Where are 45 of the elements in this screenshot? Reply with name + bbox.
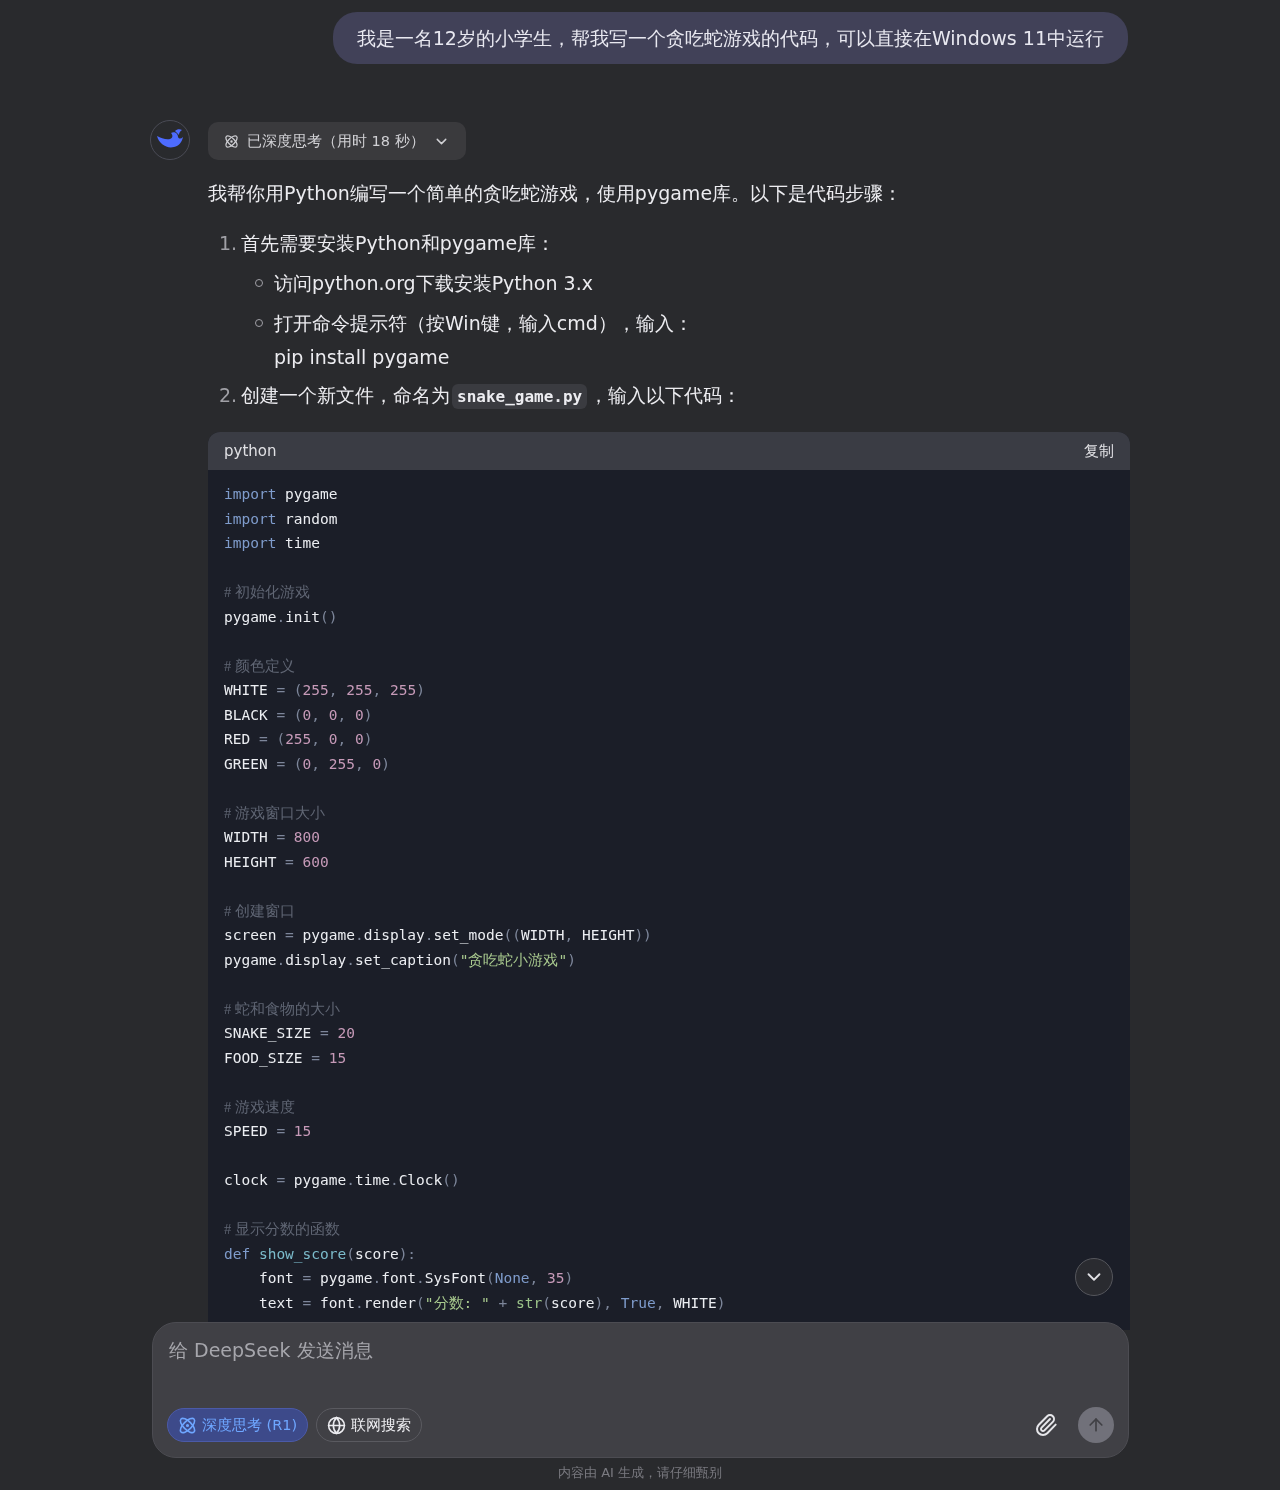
thinking-toggle[interactable]: 已深度思考（用时 18 秒）	[208, 122, 466, 160]
bullet-text: 访问python.org下载安装Python 3.x	[274, 271, 593, 296]
code-line: WHITE = (255, 255, 255)	[224, 681, 425, 700]
code-language: python	[224, 442, 277, 460]
list-number: 2.	[219, 384, 239, 406]
code-line: pygame.init()	[224, 607, 338, 627]
code-line: # 初始化游戏	[224, 583, 310, 602]
atom-icon	[178, 1415, 197, 1435]
code-line: GREEN = (0, 255, 0)	[224, 754, 390, 774]
answer-text: 我帮你用Python编写一个简单的贪吃蛇游戏，使用pygame库。以下是代码步骤：	[208, 181, 904, 206]
code-line: WIDTH = 800	[224, 828, 321, 847]
code-line: # 创建窗口	[224, 901, 295, 921]
code-line: HEIGHT = 600	[224, 852, 329, 872]
atom-icon	[224, 133, 239, 149]
attach-button[interactable]	[1034, 1413, 1058, 1437]
disclaimer-text: 内容由 AI 生成，请仔细甄别	[557, 1464, 723, 1482]
code-line: # 游戏窗口大小	[224, 803, 325, 823]
message-input[interactable]: 给 DeepSeek 发送消息	[167, 1337, 771, 1363]
code-line: pygame.display.set_caption("贪吃蛇小游戏")	[224, 950, 576, 971]
code-line: SNAKE_SIZE = 20	[224, 1024, 355, 1044]
code-line: import time	[224, 534, 321, 553]
step-text: 首先需要安装Python和pygame库：	[241, 231, 556, 256]
code-line: BLACK = (0, 0, 0)	[224, 705, 373, 725]
code-line: screen = pygame.display.set_mode((WIDTH, HEIGHT))	[224, 926, 652, 946]
code-line: # 游戏速度	[224, 1097, 295, 1117]
code-line: FOOD_SIZE = 15	[224, 1048, 347, 1069]
globe-icon	[327, 1415, 347, 1435]
bullet-text: 打开命令提示符（按Win键，输入cmd），输入：	[274, 311, 693, 336]
copy-button[interactable]: 复制	[1084, 441, 1114, 461]
code-line: # 颜色定义	[224, 656, 295, 676]
code-line: RED = (255, 0, 0)	[224, 730, 373, 749]
code-line: # 显示分数的函数	[224, 1220, 340, 1239]
list-number: 1.	[219, 232, 239, 254]
code-line: # 蛇和食物的大小	[224, 999, 340, 1019]
paperclip-icon	[1034, 1413, 1058, 1437]
code-line: import pygame	[224, 485, 338, 504]
code-line: font = pygame.font.SysFont(None, 35)	[257, 1269, 574, 1288]
code-line: def show_score(score):	[224, 1244, 417, 1265]
user-message: 我是一名12岁的小学生，帮我写一个贪吃蛇游戏的代码，可以直接在Windows 11中运行	[332, 12, 1128, 64]
code-line: import random	[224, 509, 338, 529]
code-line: text = font.render("分数: " + str(score), True, WHITE)	[257, 1293, 726, 1313]
code-line: SPEED = 15	[224, 1122, 312, 1141]
step-text: 创建一个新文件，命名为 snake_game.py ，输入以下代码：	[241, 380, 742, 412]
code-line: clock = pygame.time.Clock()	[224, 1171, 460, 1190]
command-text: pip install pygame	[274, 345, 451, 370]
